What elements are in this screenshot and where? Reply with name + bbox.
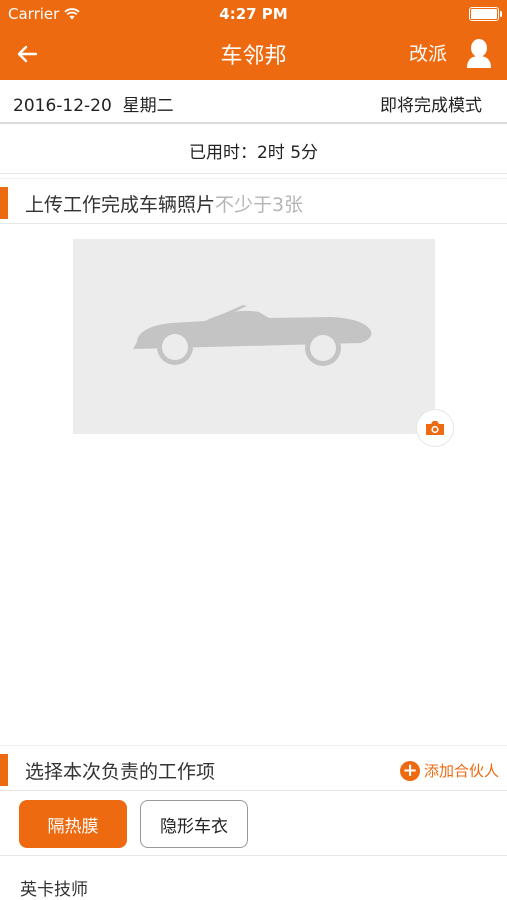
work-item-chips: 隔热膜 隐形车衣 <box>0 792 507 856</box>
add-partner-label: 添加合伙人 <box>423 762 499 780</box>
upload-hint: 不少于3张 <box>215 194 304 216</box>
reassign-button[interactable]: 改派 <box>409 39 447 66</box>
camera-button[interactable] <box>416 409 454 447</box>
upload-section-header: 上传工作完成车辆照片不少于3张 <box>0 178 507 224</box>
technician-label: 英卡技师 <box>20 880 88 900</box>
nav-bar: 车邻邦 改派 <box>0 28 507 80</box>
work-date: 2016-12-20 星期二 <box>13 96 174 116</box>
plus-circle-icon: + <box>399 760 420 781</box>
work-section-title: 选择本次负责的工作项 <box>25 761 216 783</box>
section-accent-bar <box>0 754 8 786</box>
clock: 4:27 PM <box>219 5 288 23</box>
upload-section-title: 上传工作完成车辆照片不少于3张 <box>25 190 303 217</box>
date-row: 2016-12-20 星期二 即将完成模式 <box>0 80 507 124</box>
car-placeholder-icon <box>133 305 372 366</box>
upload-title: 上传工作完成车辆照片 <box>25 194 216 216</box>
section-accent-bar <box>0 187 8 219</box>
photo-slot[interactable] <box>73 239 435 434</box>
battery-icon <box>469 7 502 21</box>
work-section-header: 选择本次负责的工作项 + 添加合伙人 <box>0 745 507 791</box>
status-bar: Carrier 4:27 PM <box>0 0 507 28</box>
work-item-ppf[interactable]: 隐形车衣 <box>140 800 248 848</box>
elapsed-time: 已用时：2时 5分 <box>0 126 507 174</box>
camera-icon <box>426 421 444 435</box>
mode-label: 即将完成模式 <box>380 96 482 116</box>
work-item-tint-film[interactable]: 隔热膜 <box>19 800 127 848</box>
user-icon[interactable] <box>465 38 493 70</box>
add-partner-button[interactable]: + 添加合伙人 <box>399 760 499 781</box>
